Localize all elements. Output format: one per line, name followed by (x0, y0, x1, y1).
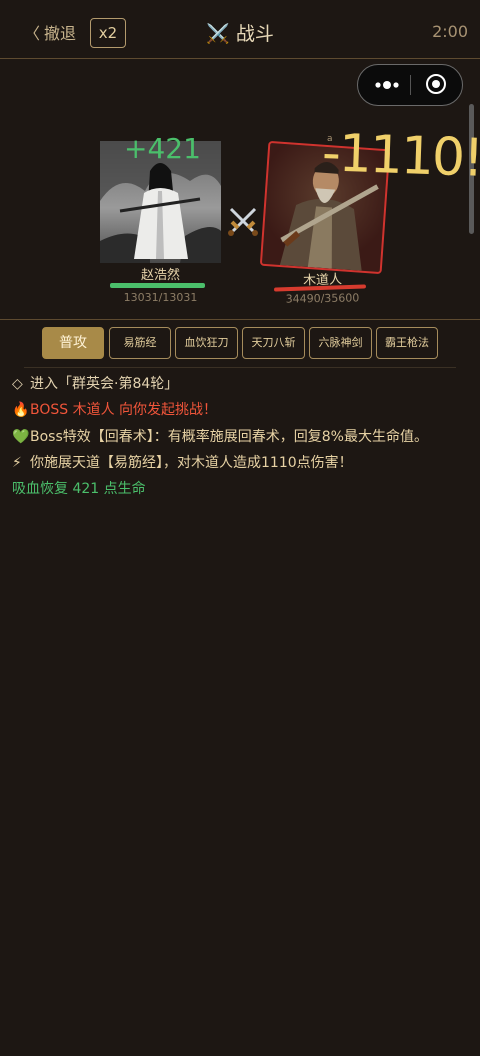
heal-popup: +421 (124, 132, 201, 165)
page-title-text: 战斗 (235, 23, 274, 45)
crossed-swords-icon: ⚔️ (206, 23, 230, 45)
more-dots-icon[interactable] (372, 75, 402, 95)
miniprogram-capsule (357, 64, 463, 106)
log-text: 吸血恢复 421 点生命 (12, 481, 146, 497)
log-line: 🔥BOSS 木道人 向你发起挑战！ (12, 399, 217, 419)
hero-hp-text: 13031/13031 (123, 291, 198, 304)
fire-icon: 🔥 (12, 402, 30, 418)
skill-button-basic-attack[interactable]: 普攻 (42, 327, 104, 359)
boss-hp-text: 34490/35600 (285, 291, 360, 306)
lightning-icon: ⚡ (12, 455, 22, 471)
log-text: BOSS 木道人 向你发起挑战！ (30, 402, 218, 418)
skill-button-bawang-qiangfa[interactable]: 霸王枪法 (376, 327, 438, 359)
skill-button-yijinjing[interactable]: 易筋经 (109, 327, 171, 359)
skill-button-liumai-shenjian[interactable]: 六脉神剑 (309, 327, 372, 359)
crossed-swords-vs-icon (228, 207, 258, 236)
green-heart-icon: 💚 (12, 429, 30, 445)
skill-button-tiandao-bazhan[interactable]: 天刀八斩 (242, 327, 305, 359)
log-line: 吸血恢复 421 点生命 (12, 478, 146, 498)
capsule-divider (410, 75, 411, 95)
log-line: ◇ 进入「群英会·第84轮」 (12, 373, 178, 393)
top-bar: 〈撤退 x2 ⚔️ 战斗 2:00 (0, 0, 480, 59)
hero-name: 赵浩然 (140, 268, 180, 283)
log-line: 💚Boss特效【回春术】：有概率施展回春术，回复8%最大生命值。 (12, 426, 428, 446)
battle-timer: 2:00 (432, 22, 468, 41)
diamond-icon: ◇ (12, 376, 23, 392)
log-text: Boss特效【回春术】：有概率施展回春术，回复8%最大生命值。 (30, 429, 428, 445)
log-line: ⚡ 你施展天道【易筋经】，对木道人造成1110点伤害！ (12, 452, 353, 472)
log-text: 你施展天道【易筋经】，对木道人造成1110点伤害！ (30, 455, 353, 471)
record-icon[interactable] (426, 74, 446, 94)
damage-popup: -1110! (321, 123, 480, 189)
log-text: 进入「群英会·第84轮」 (30, 376, 179, 392)
hero-hp-bar (110, 283, 205, 288)
skill-button-xueyin-kuangdao[interactable]: 血饮狂刀 (175, 327, 238, 359)
page-title: ⚔️ 战斗 (0, 19, 480, 46)
divider (24, 367, 456, 368)
